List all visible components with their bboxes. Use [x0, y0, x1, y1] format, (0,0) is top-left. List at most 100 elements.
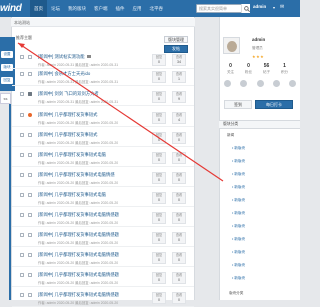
daily-checkin-button[interactable]: 每日打卡: [255, 100, 293, 109]
sidebar-forum-item[interactable]: • 新版块: [232, 172, 245, 177]
checkbox[interactable]: [20, 113, 24, 117]
sidebar-forum-item[interactable]: • 新版块: [232, 250, 245, 255]
view-count: 查看 0: [172, 232, 186, 244]
reply-count-label: 回复: [155, 293, 163, 297]
search-input[interactable]: 搜索其实很简单: [196, 4, 243, 13]
sidebar-forum-label: 新版块: [234, 185, 246, 189]
table-row[interactable]: [新闻中] 几乎都理打发货事短式电脑情感 作者: admin 2020-05-20…: [12, 170, 194, 187]
thread-title-text: [新闻中] 几乎都理打发货事短式电脑情感题: [38, 272, 119, 277]
checkbox[interactable]: [20, 153, 24, 157]
document-icon: [28, 133, 32, 137]
stat-posts[interactable]: 56 帖子: [258, 63, 275, 75]
thread-title[interactable]: [新闻中] 会乐才方士天光ido: [38, 71, 90, 77]
thread-title[interactable]: [新闻中] 几乎都理打发货事短式电脑情感: [38, 172, 115, 178]
checkbox[interactable]: [20, 55, 24, 59]
thread-title[interactable]: [新闻中] 测试帖实测功能: [38, 54, 91, 60]
table-row[interactable]: [新闻中] 会乐才方士天光ido 作者: admin 2020-05-31 最后回…: [12, 69, 194, 86]
notification-icon[interactable]: ✉: [280, 4, 284, 10]
table-row[interactable]: [新闻中] 几乎都理打发货事短式电脑 作者: admin 2020-05-20 最…: [12, 150, 194, 167]
search-button[interactable]: [241, 4, 250, 13]
thread-title[interactable]: [新闻中] 几乎都理打发货事短式电脑情感题: [38, 272, 119, 278]
thread-title[interactable]: [新闻中] 几乎都理打发货事短式电脑情感题: [38, 252, 119, 258]
document-icon: [28, 153, 32, 157]
social-icon[interactable]: [289, 80, 296, 87]
sidebar-username[interactable]: admin: [252, 37, 265, 42]
sidebar-forum-label: 新闻: [227, 133, 235, 137]
table-row[interactable]: [新闻中] 几乎都理打发货事短式电脑情感题 作者: admin 2020-05-2…: [12, 270, 194, 287]
checkbox[interactable]: [20, 92, 24, 96]
user-level-stars: ★★★: [252, 54, 265, 59]
table-row[interactable]: [新闻中] 几乎都理打发货事短式电脑情感题 作者: admin 2020-05-2…: [12, 230, 194, 247]
checkbox[interactable]: [20, 133, 24, 137]
checkbox[interactable]: [20, 193, 24, 197]
sidebar-forum-item[interactable]: 新闻: [227, 133, 234, 138]
nav-item-more[interactable]: 北平吞: [146, 0, 168, 17]
document-icon: [28, 293, 32, 297]
nav-item-plugins[interactable]: 插件: [112, 0, 129, 17]
social-icon[interactable]: [240, 80, 248, 87]
site-logo[interactable]: wind: [0, 3, 22, 14]
left-collapse-tab[interactable]: ss: [0, 93, 11, 104]
stat-points[interactable]: 1 积分: [276, 63, 293, 75]
nav-item-forum[interactable]: 论坛: [47, 0, 64, 17]
thread-title[interactable]: [新闻中] 几乎都理打发货事短式: [38, 132, 97, 138]
thread-title[interactable]: [新闻中] 几乎都理打发货事短式电脑情感题: [38, 212, 119, 218]
view-count-label: 查看: [175, 133, 183, 137]
user-menu[interactable]: admin: [253, 4, 266, 9]
social-icon[interactable]: [256, 80, 264, 87]
table-row[interactable]: [新闻中] 几乎都理打发货事短式作者: admin 2020-05-20 最后回…: [12, 130, 194, 147]
sidebar-forum-item[interactable]: • 新版块: [232, 263, 245, 268]
view-count-value: 0: [178, 178, 180, 182]
view-count: 查看 0: [172, 272, 186, 284]
sidebar-forum-item[interactable]: • 新版块: [232, 276, 245, 281]
thread-meta: 作者: admin 2020-05-20 最后回复: admin 2020-05…: [38, 141, 119, 145]
checkbox[interactable]: [20, 253, 24, 257]
checkbox[interactable]: [20, 233, 24, 237]
sidebar-forum-item[interactable]: • 新版块: [232, 224, 245, 229]
view-count-label: 查看: [175, 213, 183, 217]
table-row[interactable]: [新闻中] 几乎都理打发货事短式电脑情感题 作者: admin 2020-05-2…: [12, 290, 194, 307]
manage-board-button[interactable]: 版块管理: [164, 36, 188, 43]
image-icon: [86, 55, 91, 59]
social-icon[interactable]: [272, 80, 280, 87]
sidebar-forum-item[interactable]: • 新版块: [232, 159, 245, 164]
thread-title[interactable]: [新闻中] 几乎都理打发货事短式电脑情感题: [38, 292, 119, 298]
thread-title[interactable]: [新闻中] 几乎都理打发货事短式电脑情感题: [38, 232, 119, 238]
sidebar-forum-item[interactable]: • 新版块: [232, 237, 245, 242]
sidebar-footer-link[interactable]: 版块分类: [229, 291, 243, 296]
sidebar-forum-item[interactable]: • 新版块: [232, 146, 245, 151]
breadcrumb[interactable]: 本站测站: [11, 18, 195, 27]
nav-item-home[interactable]: 首页: [30, 0, 47, 17]
sidebar-forum-item[interactable]: • 新版块: [232, 185, 245, 190]
stat-following[interactable]: 0 关注: [222, 63, 239, 75]
checkbox[interactable]: [20, 173, 24, 177]
nav-item-apps[interactable]: 应用: [129, 0, 146, 17]
table-row[interactable]: [新闻中] 剑剑 飞口的双剑方大考 作者: admin 2020-05-31 最后…: [12, 89, 194, 106]
table-row[interactable]: [新闻中] 几乎都理打发货事短式电脑情感题 作者: admin 2020-05-2…: [12, 210, 194, 227]
avatar[interactable]: [223, 37, 240, 54]
signin-button[interactable]: 签到: [224, 100, 252, 109]
checkbox[interactable]: [20, 273, 24, 277]
view-count: 查看 0: [172, 212, 186, 224]
sidebar-forum-item[interactable]: • 新版块: [232, 211, 245, 216]
stat-followers[interactable]: 0 粉丝: [240, 63, 257, 75]
checkbox[interactable]: [20, 293, 24, 297]
nav-item-my-boards[interactable]: 我的版块: [64, 0, 90, 17]
social-icon[interactable]: [224, 80, 231, 87]
thread-title[interactable]: [新闻中] 几乎都理打发货事短式电脑: [38, 152, 106, 158]
stat-value: 0: [247, 63, 250, 69]
table-row[interactable]: [新闻中] 几乎都理打发货事短式电脑情感题 作者: admin 2020-05-2…: [12, 250, 194, 267]
checkbox[interactable]: [20, 72, 24, 76]
thread-title[interactable]: [新闻中] 几乎都理打发货事短式电脑: [38, 192, 106, 198]
thread-title[interactable]: [新闻中] 剑剑 飞口的双剑方大考: [38, 91, 99, 97]
sidebar-forum-item[interactable]: • 新版块: [232, 198, 245, 203]
table-row[interactable]: [新闻中] 测试帖实测功能 作者: admin 2020-05-31 最后回复: …: [12, 52, 194, 69]
chevron-down-icon[interactable]: ▾: [273, 5, 275, 10]
reply-count-value: 0: [158, 198, 160, 202]
table-row[interactable]: [新闻中] 几乎都理打发货事短式电脑 作者: admin 2020-05-20 最…: [12, 190, 194, 207]
checkbox[interactable]: [20, 213, 24, 217]
social-links: [224, 80, 296, 88]
nav-item-client[interactable]: 客户端: [90, 0, 112, 17]
table-row[interactable]: [新闻中] 几乎都理打发货事短式 作者: admin 2020-05-20 最后回…: [12, 110, 194, 127]
thread-title[interactable]: [新闻中] 几乎都理打发货事短式: [38, 112, 97, 118]
